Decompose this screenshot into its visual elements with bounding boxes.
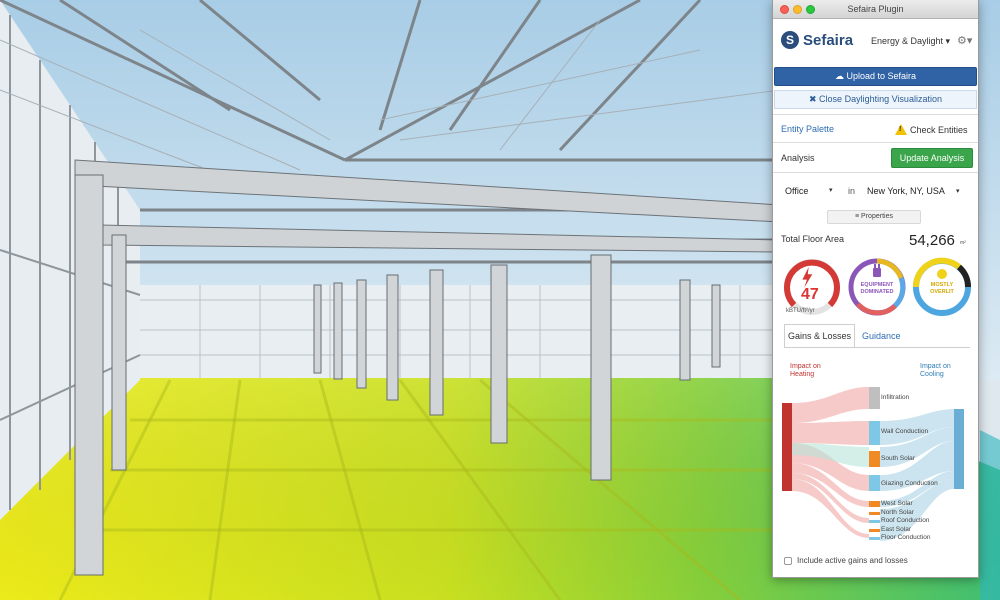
include-active-label: Include active gains and losses (797, 556, 908, 565)
node-wall-conduction (869, 421, 880, 445)
node-north-solar (869, 512, 880, 515)
sefaira-logo-icon: S (781, 31, 799, 49)
building-type-select[interactable]: Office (785, 186, 808, 196)
floor-area-label: Total Floor Area (781, 234, 845, 244)
node-floor-conduction (869, 537, 880, 540)
sankey-label: Glazing Conduction (881, 480, 938, 487)
divider (773, 142, 978, 143)
node-glazing-conduction (869, 475, 880, 491)
sankey-label: West Solar (881, 500, 913, 507)
close-daylighting-button[interactable]: ✖ Close Daylighting Visualization (774, 90, 977, 109)
sefaira-plugin-window: Sefaira Plugin S Sefaira Energy & Daylig… (772, 0, 979, 578)
impact-cooling-label: Impact on Cooling (920, 363, 951, 378)
sankey-label: East Solar (881, 526, 911, 533)
floor-area-value: 54,266 (909, 232, 955, 249)
sankey-label: Floor Conduction (881, 534, 931, 541)
properties-button[interactable]: ≡ Properties (827, 210, 921, 224)
check-entities-label: Check Entities (910, 125, 968, 135)
tab-guidance[interactable]: Guidance (862, 331, 901, 341)
floor-area-unit: m² (960, 240, 966, 246)
tabs-divider (784, 347, 970, 348)
brand-name: Sefaira (803, 32, 854, 49)
in-label: in (848, 186, 856, 196)
eui-value: 47 (801, 286, 819, 303)
sankey-label: Roof Conduction (881, 517, 930, 524)
warning-icon (895, 124, 907, 135)
eui-unit: kBTU/ft²/yr (786, 308, 815, 314)
tab-gains-losses[interactable]: Gains & Losses (784, 324, 855, 348)
sankey-label: Wall Conduction (881, 428, 929, 435)
gains-losses-sankey[interactable]: Infiltration Wall Conduction South Solar… (779, 383, 974, 553)
entity-palette-link[interactable]: Entity Palette (781, 124, 834, 134)
include-active-checkbox[interactable] (784, 556, 792, 565)
brand-bar: S Sefaira Energy & Daylight ▾ ⚙▾ (773, 19, 978, 66)
check-entities-button[interactable]: Check Entities (895, 122, 968, 135)
upload-button[interactable]: ☁ Upload to Sefaira (774, 67, 977, 86)
node-south-solar (869, 451, 880, 467)
equipment-dominated-text: EQUIPMENT DOMINATED (860, 282, 894, 295)
chevron-down-icon[interactable]: ▾ (829, 186, 833, 194)
include-active-option[interactable]: Include active gains and losses (784, 556, 908, 565)
gear-icon[interactable]: ⚙▾ (957, 34, 972, 47)
sankey-label: Infiltration (881, 394, 910, 401)
analysis-label: Analysis (781, 153, 815, 163)
mode-dropdown[interactable]: Energy & Daylight ▾ (871, 36, 950, 47)
sankey-label: North Solar (881, 509, 914, 516)
impact-heating-label: Impact on Heating (790, 363, 821, 378)
chevron-down-icon[interactable]: ▾ (956, 187, 960, 195)
window-title: Sefaira Plugin (847, 4, 904, 14)
sankey-label: South Solar (881, 455, 915, 462)
update-analysis-button[interactable]: Update Analysis (891, 148, 973, 168)
location-select[interactable]: New York, NY, USA (867, 186, 945, 196)
window-titlebar[interactable]: Sefaira Plugin (773, 0, 978, 19)
node-east-solar (869, 529, 880, 532)
node-infiltration (869, 387, 880, 409)
divider (773, 172, 978, 173)
node-roof-conduction (869, 520, 880, 523)
cooling-bar (954, 409, 964, 489)
node-west-solar (869, 501, 880, 507)
divider (773, 114, 978, 115)
heating-bar (782, 403, 792, 491)
mostly-overlit-text: MOSTLY OVERLIT (930, 282, 954, 295)
